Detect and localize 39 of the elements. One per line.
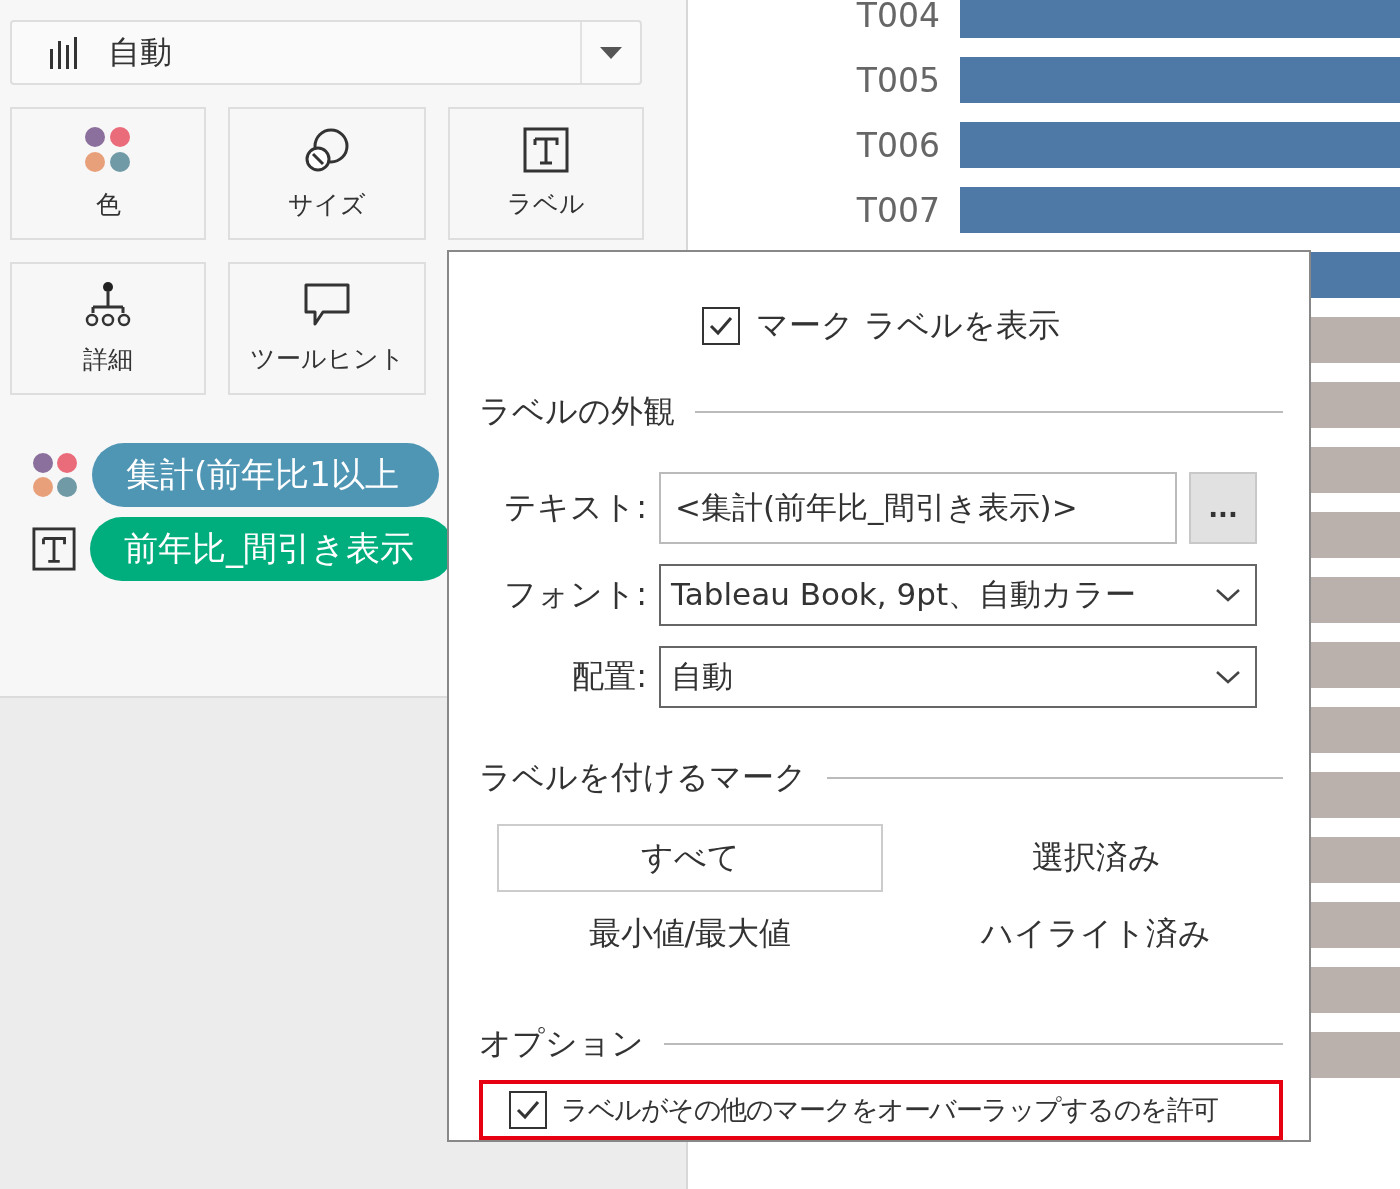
text-field[interactable]: <集計(前年比_間引き表示)> (659, 472, 1177, 544)
row-label: T005 (855, 60, 941, 100)
font-dropdown[interactable]: Tableau Book, 9pt、自動カラー (659, 564, 1257, 626)
chevron-down-icon (1215, 670, 1241, 684)
checkbox[interactable] (701, 307, 740, 345)
hierarchy-icon (85, 281, 131, 329)
row-label: T007 (855, 190, 941, 230)
mark-type-dropdown[interactable]: 自動 (10, 20, 642, 85)
speech-bubble-icon (303, 282, 351, 328)
mark-option[interactable]: すべて (497, 824, 883, 892)
size-button[interactable]: サイズ (228, 107, 426, 240)
text-icon (32, 527, 76, 571)
more-button[interactable]: ... (1189, 472, 1257, 544)
text-icon (523, 127, 569, 173)
checkbox-label: マーク ラベルを表示 (755, 305, 1061, 346)
row-label: T004 (855, 0, 941, 35)
field-label: テキスト: (503, 487, 647, 528)
tooltip-button[interactable]: ツールヒント (228, 262, 426, 395)
checkbox[interactable] (509, 1091, 547, 1129)
mark-option[interactable]: ハイライト済み (903, 900, 1289, 968)
section-title: オプション (479, 1023, 644, 1064)
caret-icon (600, 46, 622, 59)
label-button[interactable]: ラベル (448, 107, 644, 240)
color-dots-icon (32, 452, 78, 498)
detail-button[interactable]: 詳細 (10, 262, 206, 395)
circles-icon (303, 126, 351, 174)
mark-type-value: 自動 (108, 31, 173, 73)
alignment-dropdown[interactable]: 自動 (659, 646, 1257, 708)
color-button[interactable]: 色 (10, 107, 206, 240)
mark-option[interactable]: 選択済み (903, 824, 1289, 892)
section-title: ラベルの外観 (479, 391, 675, 432)
checkbox-label: ラベルがその他のマークをオーバーラップするのを許可 (561, 1093, 1218, 1127)
field-label: 配置: (571, 656, 647, 697)
mark-option[interactable]: 最小値/最大値 (497, 900, 883, 968)
color-dots-icon (84, 126, 132, 174)
section-title: ラベルを付けるマーク (479, 757, 807, 798)
field-label: フォント: (503, 574, 647, 615)
row-label: T006 (855, 125, 941, 165)
chevron-down-icon (1215, 588, 1241, 602)
